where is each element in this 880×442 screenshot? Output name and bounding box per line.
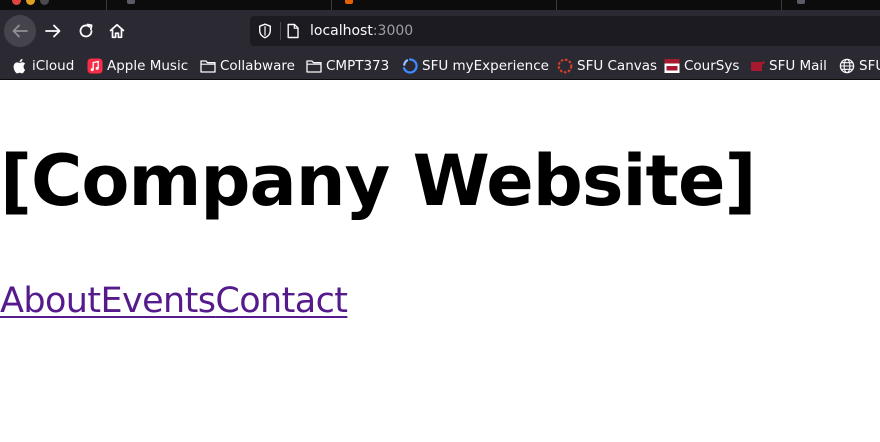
back-button[interactable] <box>4 15 36 47</box>
apple-music-icon <box>87 58 103 74</box>
folder-icon <box>306 58 322 74</box>
sfu-logo-icon <box>664 58 680 74</box>
globe-icon <box>839 58 855 74</box>
bookmark-label: Apple Music <box>107 57 189 74</box>
tab-strip <box>0 0 880 10</box>
bookmark-icloud[interactable]: iCloud <box>12 52 74 79</box>
close-window-icon[interactable] <box>12 0 21 5</box>
bookmark-sfu-canvas[interactable]: SFU Canvas <box>557 52 657 79</box>
back-arrow-icon <box>12 24 28 38</box>
bookmark-sfu[interactable]: SFU <box>839 52 880 79</box>
bookmark-label: SFU Canvas <box>577 57 658 74</box>
bookmark-label: SFU Mail <box>769 57 827 74</box>
tab-favicon <box>345 0 353 4</box>
myexperience-icon <box>402 57 418 74</box>
navigation-toolbar: localhost:3000 <box>0 10 880 52</box>
home-button[interactable] <box>101 15 133 47</box>
site-nav-links: AboutEventsContact <box>0 278 348 324</box>
forward-button[interactable] <box>37 15 69 47</box>
folder-icon <box>200 58 216 74</box>
bookmark-label: SFU myExperience <box>422 57 549 74</box>
bookmark-sfu-myexperience[interactable]: SFU myExperience <box>402 52 549 79</box>
bookmark-label: Collabware <box>220 57 295 74</box>
bookmark-label: CMPT373 <box>326 57 390 74</box>
url-port: :3000 <box>372 23 414 39</box>
home-icon <box>109 23 125 39</box>
page-title: [Company Website] <box>0 140 756 222</box>
url-host: localhost <box>310 23 373 39</box>
nav-link-about[interactable]: About <box>0 281 101 321</box>
reload-icon <box>79 23 93 38</box>
bookmark-label: CourSys <box>684 57 740 74</box>
tracking-protection-shield-icon[interactable] <box>258 23 272 39</box>
nav-link-contact[interactable]: Contact <box>215 281 348 321</box>
address-text[interactable]: localhost:3000 <box>310 16 413 46</box>
minimize-window-icon[interactable] <box>26 0 35 5</box>
tab-favicon <box>127 0 135 4</box>
address-bar[interactable]: localhost:3000 <box>250 16 880 46</box>
bookmark-sfu-mail[interactable]: SFU Mail <box>749 52 827 79</box>
maximize-window-icon[interactable] <box>40 0 49 5</box>
bookmark-coursys[interactable]: CourSys <box>664 52 739 79</box>
page-info-icon[interactable] <box>286 23 300 39</box>
tab-favicon <box>797 0 805 4</box>
bookmark-label: iCloud <box>32 57 75 74</box>
sfu-mail-icon <box>749 58 765 74</box>
apple-icon <box>12 58 28 74</box>
reload-button[interactable] <box>70 15 102 47</box>
bookmark-folder-cmpt373[interactable]: CMPT373 <box>306 52 389 79</box>
nav-link-events[interactable]: Events <box>100 281 216 321</box>
bookmark-label: SFU <box>859 57 880 74</box>
canvas-icon <box>557 58 573 74</box>
bookmark-folder-collabware[interactable]: Collabware <box>200 52 295 79</box>
bookmark-apple-music[interactable]: Apple Music <box>87 52 188 79</box>
bookmarks-toolbar: iCloud Apple Music Collabware CMPT373 SF… <box>0 52 880 80</box>
forward-arrow-icon <box>45 24 61 38</box>
